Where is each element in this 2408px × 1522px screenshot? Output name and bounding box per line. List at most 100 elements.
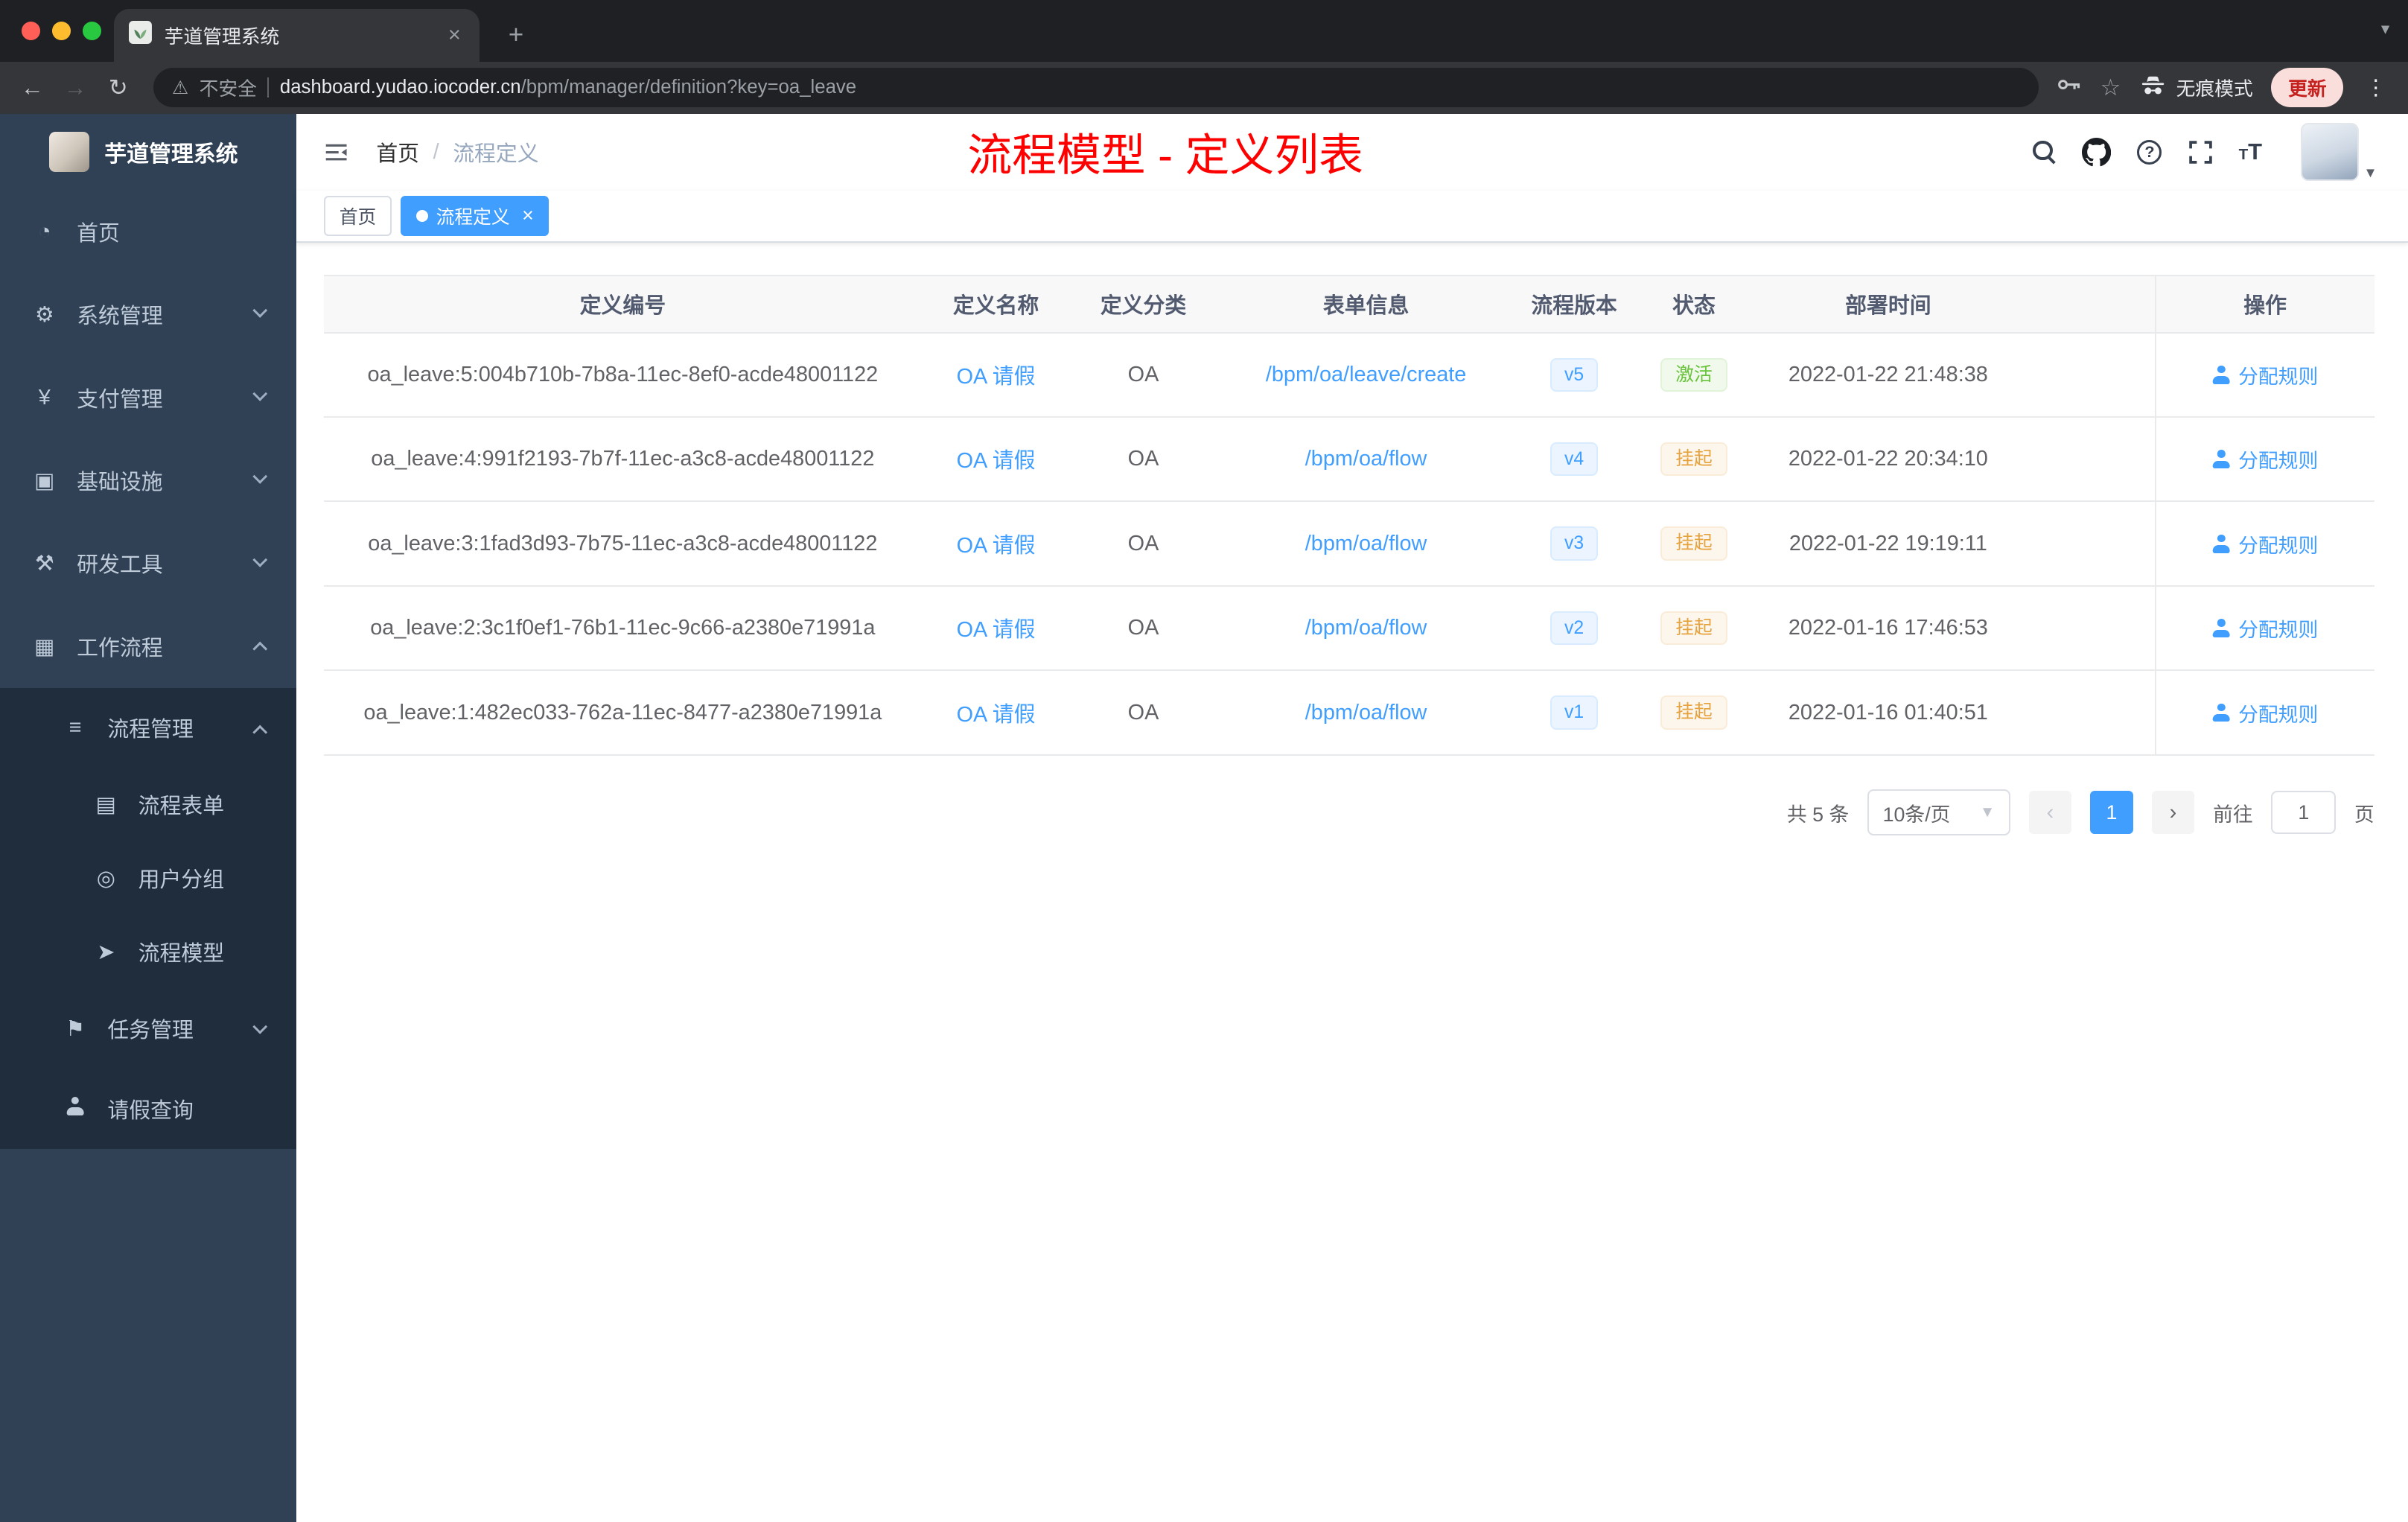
favicon xyxy=(129,21,153,49)
minimize-window-button[interactable] xyxy=(52,21,71,40)
sidebar-item-process-model[interactable]: ➤ 流程模型 xyxy=(0,915,297,990)
new-tab-button[interactable]: + xyxy=(497,17,535,54)
definition-name-link[interactable]: OA 请假 xyxy=(922,334,1071,416)
tab-close-icon[interactable]: × xyxy=(445,23,464,48)
brand-title: 芋道管理系统 xyxy=(104,142,238,168)
user-icon xyxy=(2212,366,2231,384)
sidebar-item-system[interactable]: ⚙ 系统管理 xyxy=(0,273,296,356)
assign-rule-button[interactable]: 分配规则 xyxy=(2212,360,2318,389)
sidebar-item-process-form[interactable]: ▤ 流程表单 xyxy=(0,768,297,842)
version-tag: v5 xyxy=(1550,357,1598,392)
definition-category-cell: OA xyxy=(1127,700,1159,725)
pagination: 共 5 条 10条/页 ▼ ‹ 1 › 前往 页 xyxy=(324,789,2374,835)
sidebar-item-infrastructure[interactable]: ▣ 基础设施 xyxy=(0,439,296,522)
sidebar-item-task-management[interactable]: ⚑ 任务管理 xyxy=(0,989,297,1069)
definition-name-link[interactable]: OA 请假 xyxy=(922,502,1071,585)
definition-category-cell: OA xyxy=(1127,616,1159,640)
sidebar-item-payment[interactable]: ¥ 支付管理 xyxy=(0,357,296,439)
version-tag: v4 xyxy=(1550,442,1598,477)
fullscreen-icon[interactable] xyxy=(2188,140,2213,165)
table-row: oa_leave:1:482ec033-762a-11ec-8477-a2380… xyxy=(324,671,2374,756)
search-icon[interactable] xyxy=(2033,140,2056,164)
url-domain: dashboard.yudao.iocoder.cn xyxy=(279,77,521,98)
password-key-icon[interactable] xyxy=(2054,71,2082,104)
breadcrumb-current: 流程定义 xyxy=(453,141,539,166)
sidebar-item-devtools[interactable]: ⚒ 研发工具 xyxy=(0,522,296,605)
browser-menu-icon[interactable]: ⋮ xyxy=(2362,74,2389,101)
main-area: 首页 / 流程定义 流程模型 - 定义列表 ? TT ▼ 首页 流程定义 × 定… xyxy=(296,113,2408,1522)
sidebar-item-workflow[interactable]: ▦ 工作流程 xyxy=(0,605,296,688)
definition-id-cell: oa_leave:5:004b710b-7b8a-11ec-8ef0-acde4… xyxy=(367,362,879,386)
app-logo xyxy=(49,132,89,172)
bookmark-star-icon[interactable]: ☆ xyxy=(2100,74,2121,101)
browser-toolbar: ← → ↻ ⚠ 不安全 dashboard.yudao.iocoder.cn/b… xyxy=(0,61,2408,114)
prev-page-button[interactable]: ‹ xyxy=(2028,791,2072,834)
reload-button[interactable]: ↻ xyxy=(98,68,138,108)
assign-rule-button[interactable]: 分配规则 xyxy=(2212,445,2318,474)
status-tag: 挂起 xyxy=(1660,442,1728,477)
avatar-image xyxy=(2300,123,2359,182)
tag-close-icon[interactable]: × xyxy=(522,204,534,227)
update-button[interactable]: 更新 xyxy=(2271,67,2344,108)
form-info-link[interactable]: /bpm/oa/flow xyxy=(1217,418,1516,500)
form-info-link[interactable]: /bpm/oa/flow xyxy=(1217,671,1516,754)
definition-name-link[interactable]: OA 请假 xyxy=(922,418,1071,500)
zoom-window-button[interactable] xyxy=(83,21,102,40)
user-avatar[interactable]: ▼ xyxy=(2300,123,2377,182)
table-row: oa_leave:2:3c1f0ef1-76b1-11ec-9c66-a2380… xyxy=(324,586,2374,672)
user-icon xyxy=(2212,450,2231,468)
version-tag: v2 xyxy=(1550,611,1598,646)
browser-window: 芋道管理系统 × + ▾ ← → ↻ ⚠ 不安全 dashboard.yudao… xyxy=(0,0,2408,1522)
sidebar-item-home[interactable]: ◔ 首页 xyxy=(0,191,296,273)
sidebar-item-process-management[interactable]: ≡ 流程管理 xyxy=(0,688,297,768)
page-size-select[interactable]: 10条/页 ▼ xyxy=(1867,789,2010,835)
forward-button[interactable]: → xyxy=(55,68,95,108)
tag-process-definition[interactable]: 流程定义 × xyxy=(401,196,550,236)
breadcrumb-home[interactable]: 首页 xyxy=(376,137,419,168)
infrastructure-icon: ▣ xyxy=(34,469,55,494)
goto-page-input[interactable] xyxy=(2271,791,2337,834)
assign-rule-button[interactable]: 分配规则 xyxy=(2212,614,2318,643)
avatar-caret-icon: ▼ xyxy=(2363,165,2377,181)
form-info-link[interactable]: /bpm/oa/flow xyxy=(1217,502,1516,585)
back-button[interactable]: ← xyxy=(13,68,53,108)
next-page-button[interactable]: › xyxy=(2151,791,2195,834)
deploy-time-cell: 2022-01-16 01:40:51 xyxy=(1788,700,1988,725)
task-icon: ⚑ xyxy=(66,1017,85,1042)
close-window-button[interactable] xyxy=(21,21,40,40)
column-header: 流程版本 xyxy=(1531,293,1617,318)
form-info-link[interactable]: /bpm/oa/flow xyxy=(1217,587,1516,669)
browser-tab[interactable]: 芋道管理系统 × xyxy=(113,9,480,62)
definition-name-link[interactable]: OA 请假 xyxy=(922,587,1071,669)
current-page-button[interactable]: 1 xyxy=(2090,791,2133,834)
page-unit-label: 页 xyxy=(2354,803,2374,826)
tab-search-caret-icon[interactable]: ▾ xyxy=(2381,19,2389,39)
hamburger-icon[interactable] xyxy=(321,138,351,166)
tab-strip: 芋道管理系统 × + ▾ xyxy=(0,0,2408,62)
navbar-icons: ? TT ▼ xyxy=(2033,123,2377,182)
user-icon xyxy=(2212,535,2231,553)
sidebar-item-leave-query[interactable]: 请假查询 xyxy=(0,1069,297,1149)
sidebar-item-user-group[interactable]: ◎ 用户分组 xyxy=(0,841,297,916)
definition-name-link[interactable]: OA 请假 xyxy=(922,671,1071,754)
font-size-icon[interactable]: TT xyxy=(2239,138,2262,165)
column-header: 定义分类 xyxy=(1100,293,1187,318)
tools-icon: ⚒ xyxy=(34,552,54,576)
yen-icon: ¥ xyxy=(38,385,51,410)
user-icon xyxy=(2212,704,2231,722)
github-icon[interactable] xyxy=(2082,137,2112,167)
help-icon[interactable]: ? xyxy=(2137,139,2162,165)
address-bar[interactable]: ⚠ 不安全 dashboard.yudao.iocoder.cn/bpm/man… xyxy=(153,67,2039,108)
definition-category-cell: OA xyxy=(1127,447,1159,471)
page-annotation: 流程模型 - 定义列表 xyxy=(967,130,1363,181)
status-tag: 挂起 xyxy=(1660,695,1728,730)
assign-rule-button[interactable]: 分配规则 xyxy=(2212,698,2318,727)
tag-home[interactable]: 首页 xyxy=(324,196,392,236)
form-info-link[interactable]: /bpm/oa/leave/create xyxy=(1217,334,1516,416)
sidebar: 芋道管理系统 ◔ 首页 ⚙ 系统管理 ¥ 支付管理 ▣ 基础设施 ⚒ 研发工具 … xyxy=(0,113,297,1522)
assign-rule-button[interactable]: 分配规则 xyxy=(2212,529,2318,558)
list-icon: ≡ xyxy=(69,716,82,740)
definition-category-cell: OA xyxy=(1127,531,1159,555)
